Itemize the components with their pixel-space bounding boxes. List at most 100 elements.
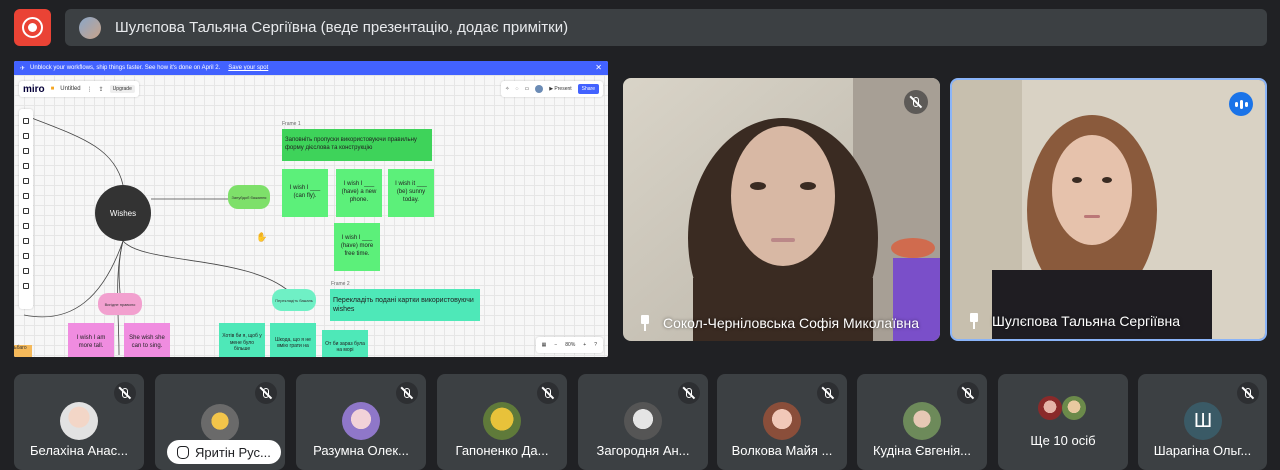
participant-name: Сокол-Черніловська Софія Миколаївна — [663, 315, 920, 331]
speaking-indicator-icon — [1229, 92, 1253, 116]
participant-name: Загородня Ан... — [596, 443, 690, 458]
zoom-level[interactable]: 80% — [565, 342, 575, 348]
tool-icon[interactable] — [23, 133, 29, 139]
participant-name: Шулєпова Тальяна Сергіївна — [992, 313, 1181, 329]
frame2-label: Frame 2 — [331, 281, 350, 287]
sticky-note[interactable]: I wish it ___ (be) sunny today. — [388, 169, 434, 217]
close-icon[interactable]: ✕ — [595, 63, 602, 72]
sticky-note[interactable]: Хотів би я, щоб у мене було більше — [219, 323, 265, 357]
frame1-label: Frame 1 — [282, 121, 301, 127]
tool-icon[interactable] — [23, 238, 29, 244]
participant-name: Шарагіна Ольг... — [1153, 443, 1252, 458]
participant-video — [623, 78, 940, 341]
participant-tile[interactable]: Белахіна Анас... — [14, 374, 144, 470]
miro-logo: miro — [23, 83, 45, 95]
miro-zoom-controls: ▦ − 80% + ? — [535, 337, 603, 353]
presenter-bar[interactable]: Шулєпова Тальяна Сергіївна (веде презент… — [65, 9, 1267, 46]
participant-name-label: Сокол-Черніловська Софія Миколаївна — [639, 315, 919, 331]
participant-name: Белахіна Анас... — [30, 443, 128, 458]
participant-tile[interactable]: Яритін Рус... — [155, 374, 285, 470]
mindmap-pill-pink[interactable]: Вигідне правило — [98, 293, 142, 315]
avatar — [483, 402, 521, 440]
board-name[interactable]: Untitled — [60, 86, 80, 92]
comment-icon[interactable]: ◌ — [515, 86, 518, 92]
settings-icon[interactable]: ⋮ — [87, 86, 93, 93]
tool-icon[interactable] — [23, 268, 29, 274]
mic-off-icon — [678, 382, 700, 404]
participant-tile[interactable]: Загородня Ан... — [578, 374, 708, 470]
reactions-icon[interactable]: ✧ — [505, 86, 509, 92]
tool-icon[interactable] — [23, 253, 29, 259]
screen-share[interactable]: ✈ Unblock your workflows, ship things fa… — [14, 61, 608, 357]
tool-icon[interactable] — [23, 118, 29, 124]
avatar-initial: Ш — [1184, 402, 1222, 440]
present-button[interactable]: ▶ Present — [549, 86, 571, 92]
avatar — [624, 402, 662, 440]
tool-icon[interactable] — [23, 283, 29, 289]
tool-icon[interactable] — [23, 148, 29, 154]
miro-top-right-toolbar: ✧ ◌ ▭ ▶ Present Share — [501, 81, 603, 97]
frame2-header[interactable]: Перекладіть подані картки використовуючи… — [330, 289, 480, 321]
sticky-note[interactable]: I wish I ___ (can fly). — [282, 169, 328, 217]
participant-tile[interactable]: Гапоненко Да... — [437, 374, 567, 470]
more-participants-tile[interactable]: Ще 10 осіб — [998, 374, 1128, 470]
record-button[interactable] — [14, 9, 51, 46]
avatar — [1062, 396, 1086, 420]
banner-link[interactable]: Save your spot — [228, 65, 268, 71]
upgrade-button[interactable]: Upgrade — [109, 85, 135, 93]
video-tile-sokol[interactable]: Сокол-Черніловська Софія Миколаївна — [623, 78, 940, 341]
tool-icon[interactable] — [23, 193, 29, 199]
participant-name: Волкова Майя ... — [731, 443, 833, 458]
participant-video — [952, 80, 1265, 339]
avatar — [201, 404, 239, 442]
frame1-header[interactable]: Заповніть пропуски використовуючи правил… — [282, 129, 432, 161]
sticky-note[interactable]: I wish I ___ (have) more free time. — [334, 223, 380, 271]
miro-canvas[interactable]: Wishes Зануйдоб бажання Вигідне правило … — [14, 75, 608, 357]
mic-off-icon — [817, 382, 839, 404]
more-participants-label: Ще 10 осіб — [1030, 433, 1096, 448]
pin-icon[interactable] — [639, 315, 651, 331]
tool-icon[interactable] — [23, 163, 29, 169]
export-icon[interactable]: ⇪ — [99, 86, 104, 93]
raised-hand-icon — [177, 445, 189, 459]
hand-cursor-icon: ✋ — [256, 232, 268, 242]
participant-tile[interactable]: Волкова Майя ... — [717, 374, 847, 470]
sticky-note[interactable]: She wish she can to sing. — [124, 323, 170, 357]
mindmap-pill-green[interactable]: Зануйдоб бажання — [228, 185, 270, 209]
help-icon[interactable]: ? — [594, 342, 597, 348]
avatar — [1038, 396, 1062, 420]
folder-icon: ■ — [50, 86, 55, 92]
participant-tile[interactable]: Ш Шарагіна Ольг... — [1138, 374, 1267, 470]
avatar — [903, 402, 941, 440]
mic-off-icon — [396, 382, 418, 404]
miro-left-toolbar — [19, 109, 33, 309]
zoom-in-button[interactable]: + — [583, 342, 586, 348]
tool-icon[interactable] — [23, 178, 29, 184]
sticky-note[interactable]: I wish I ___ (have) a new phone. — [336, 169, 382, 217]
pin-icon[interactable] — [968, 313, 980, 329]
banner-icon: ✈ — [20, 65, 26, 72]
participant-name: Разумна Олек... — [313, 443, 409, 458]
participant-tile[interactable]: Кудіна Євгенія... — [857, 374, 987, 470]
sticky-note[interactable]: От би зараз була на морі — [322, 330, 368, 357]
sticky-note[interactable]: I wish I am more tall. — [68, 323, 114, 357]
user-avatar[interactable] — [535, 85, 544, 93]
miro-top-left-toolbar: miro ■ Untitled ⋮ ⇪ Upgrade — [19, 81, 139, 97]
participant-tile[interactable]: Разумна Олек... — [296, 374, 426, 470]
share-button[interactable]: Share — [577, 84, 599, 94]
video-tile-shulepova[interactable]: Шулєпова Тальяна Сергіївна — [950, 78, 1267, 341]
avatar — [763, 402, 801, 440]
participant-name: Гапоненко Да... — [455, 443, 549, 458]
zoom-out-button[interactable]: − — [554, 342, 557, 348]
sticky-note[interactable]: Шкода, що я не вмію грати на — [270, 323, 316, 357]
tool-icon[interactable] — [23, 223, 29, 229]
mindmap-center-node[interactable]: Wishes — [95, 185, 151, 241]
presenter-label: Шулєпова Тальяна Сергіївна (веде презент… — [115, 19, 569, 36]
presenter-avatar — [79, 16, 101, 39]
mic-off-icon — [1237, 382, 1259, 404]
tool-icon[interactable] — [23, 208, 29, 214]
mindmap-pill-teal[interactable]: Перекладіть бажань — [272, 289, 316, 311]
map-icon[interactable]: ▦ — [542, 342, 547, 348]
avatar — [60, 402, 98, 440]
video-icon[interactable]: ▭ — [524, 86, 529, 92]
